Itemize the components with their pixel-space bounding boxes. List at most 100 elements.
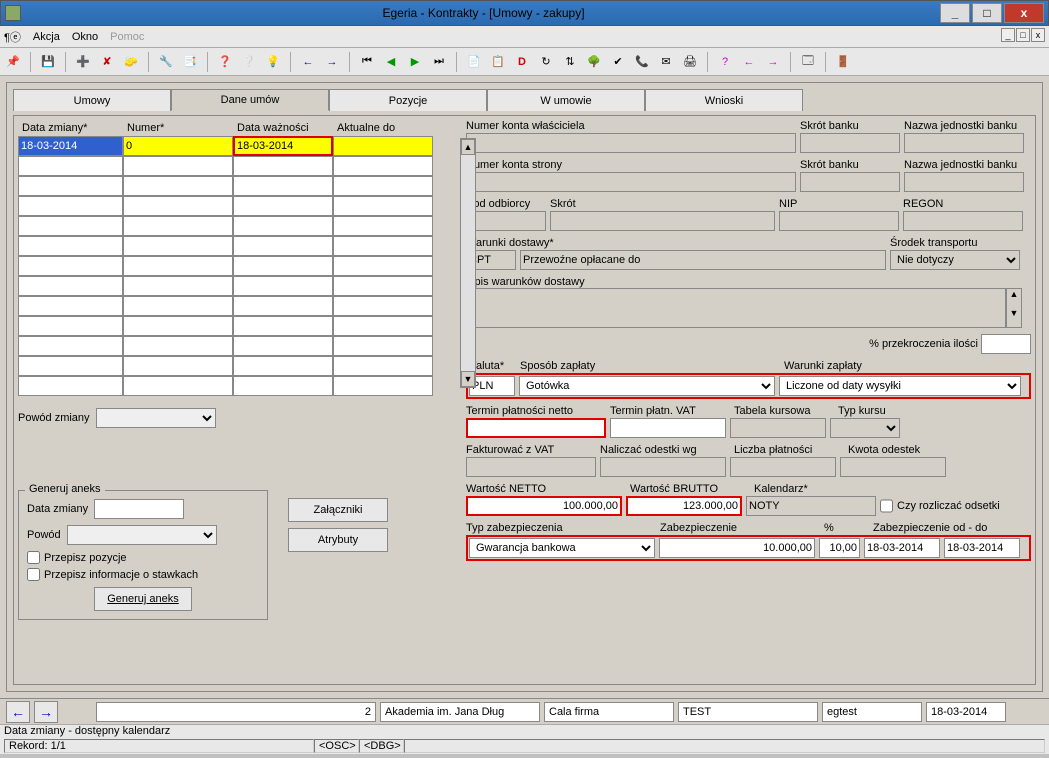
help-icon[interactable]: ❓ (216, 53, 234, 71)
wartosc-netto-input[interactable] (466, 496, 622, 516)
close-button[interactable]: x (1004, 3, 1044, 23)
grid-scrollbar[interactable]: ▲ ▼ (460, 138, 476, 388)
atrybuty-button[interactable]: Atrybuty (288, 528, 388, 552)
check-icon[interactable]: ✔ (609, 53, 627, 71)
typ-zabezp-select[interactable]: Gwarancja bankowa (469, 538, 655, 558)
table-row[interactable] (18, 176, 458, 196)
delete-icon[interactable]: ✘ (98, 53, 116, 71)
skrot-input[interactable] (550, 211, 775, 231)
table-row[interactable] (18, 336, 458, 356)
menu-pomoc[interactable]: Pomoc (110, 31, 144, 43)
next-icon[interactable]: ▶ (406, 53, 424, 71)
table-row[interactable] (18, 276, 458, 296)
first-icon[interactable]: ⏮ (358, 53, 376, 71)
cell-aktualne-do[interactable] (333, 136, 433, 156)
srodek-transportu-select[interactable]: Nie dotyczy (890, 250, 1020, 270)
naliczac-odsetki-input[interactable] (600, 457, 726, 477)
table-row[interactable] (18, 316, 458, 336)
termin-vat-input[interactable] (610, 418, 726, 438)
data-zmiany-input[interactable] (94, 499, 184, 519)
scroll-up-icon[interactable]: ▲ (461, 139, 475, 155)
status-prev-button[interactable]: ← (6, 701, 30, 723)
generuj-aneks-button[interactable]: Generuj aneks (94, 587, 192, 611)
numer-konta-wl-input[interactable] (466, 133, 796, 153)
print-icon[interactable]: 🖨 (681, 53, 699, 71)
clear-icon[interactable]: 🧽 (122, 53, 140, 71)
mdi-restore-button[interactable]: □ (1016, 28, 1030, 42)
kod-odbiorcy-input[interactable] (466, 211, 546, 231)
table-row[interactable] (18, 356, 458, 376)
lightbulb-icon[interactable]: 💡 (264, 53, 282, 71)
numer-konta-str-input[interactable] (466, 172, 796, 192)
typ-kursu-select[interactable] (830, 418, 900, 438)
exit-icon[interactable]: 🚪 (834, 53, 852, 71)
mdi-minimize-button[interactable]: _ (1001, 28, 1015, 42)
tab-w-umowie[interactable]: W umowie (487, 89, 645, 111)
fakturowac-input[interactable] (466, 457, 596, 477)
nav2-left-icon[interactable]: ← (740, 53, 758, 71)
menu-okno[interactable]: Okno (72, 31, 98, 43)
tab-dane-umow[interactable]: Dane umów (171, 89, 329, 111)
d-icon[interactable]: D (513, 53, 531, 71)
powod-zmiany-select[interactable] (96, 408, 216, 428)
czy-rozliczac-checkbox[interactable] (880, 496, 893, 516)
status-field-firma[interactable] (544, 702, 674, 722)
liczba-platnosci-input[interactable] (730, 457, 836, 477)
wartosc-brutto-input[interactable] (626, 496, 742, 516)
last-icon[interactable]: ⏭ (430, 53, 448, 71)
status-next-button[interactable]: → (34, 701, 58, 723)
kwota-odestek-input[interactable] (840, 457, 946, 477)
table-row[interactable] (18, 296, 458, 316)
przepisz-pozycje-checkbox[interactable] (27, 551, 40, 564)
pct-przekroczenia-input[interactable] (981, 334, 1031, 354)
zabezpieczenie-input[interactable] (659, 538, 815, 558)
maximize-button[interactable]: □ (972, 3, 1002, 23)
textarea-scroll-up-icon[interactable]: ▲ (1007, 289, 1021, 308)
add-icon[interactable]: ➕ (74, 53, 92, 71)
menu-akcja[interactable]: Akcja (33, 31, 60, 43)
table-row[interactable] (18, 236, 458, 256)
mail-icon[interactable]: ✉ (657, 53, 675, 71)
warunki-dostawy-desc[interactable] (520, 250, 886, 270)
opis-warunkow-textarea[interactable] (466, 288, 1006, 328)
nav-right-icon[interactable]: → (323, 53, 341, 71)
cell-numer[interactable] (123, 136, 233, 156)
nav-left-icon[interactable]: ← (299, 53, 317, 71)
table-row[interactable] (18, 216, 458, 236)
nazwa-jednostki2-input[interactable] (904, 172, 1024, 192)
sposob-zaplaty-select[interactable]: Gotówka (519, 376, 775, 396)
pin-icon[interactable]: 📌 (4, 53, 22, 71)
tool-icon-1[interactable]: 🔧 (157, 53, 175, 71)
nav2-right-icon[interactable]: → (764, 53, 782, 71)
window-icon[interactable]: 🗔 (799, 53, 817, 71)
cell-data-zmiany[interactable] (18, 136, 123, 156)
status-field-1[interactable] (96, 702, 376, 722)
info-icon[interactable]: ❔ (240, 53, 258, 71)
przepisz-stawki-checkbox[interactable] (27, 568, 40, 581)
doc-icon[interactable]: 📄 (465, 53, 483, 71)
regon-input[interactable] (903, 211, 1023, 231)
status-field-egtest[interactable] (822, 702, 922, 722)
zalaczniki-button[interactable]: Załączniki (288, 498, 388, 522)
scroll-down-icon[interactable]: ▼ (461, 371, 475, 387)
prev-icon[interactable]: ◀ (382, 53, 400, 71)
powod-select[interactable] (67, 525, 217, 545)
sort-icon[interactable]: ⇅ (561, 53, 579, 71)
save-icon[interactable]: 💾 (39, 53, 57, 71)
tool-icon-2[interactable]: 📑 (181, 53, 199, 71)
refresh-icon[interactable]: ↻ (537, 53, 555, 71)
termin-netto-input[interactable] (466, 418, 606, 438)
tree-icon[interactable]: 🌳 (585, 53, 603, 71)
table-row[interactable] (18, 136, 458, 156)
pct-input[interactable] (819, 538, 860, 558)
skrot-banku2-input[interactable] (800, 172, 900, 192)
status-field-date[interactable] (926, 702, 1006, 722)
table-row[interactable] (18, 376, 458, 396)
mdi-close-button[interactable]: x (1031, 28, 1045, 42)
minimize-button[interactable]: _ (940, 3, 970, 23)
warunki-zaplaty-select[interactable]: Liczone od daty wysyłki (779, 376, 1021, 396)
status-field-akademia[interactable] (380, 702, 540, 722)
skrot-banku-input[interactable] (800, 133, 900, 153)
tab-umowy[interactable]: Umowy (13, 89, 171, 111)
tabela-kursowa-input[interactable] (730, 418, 826, 438)
